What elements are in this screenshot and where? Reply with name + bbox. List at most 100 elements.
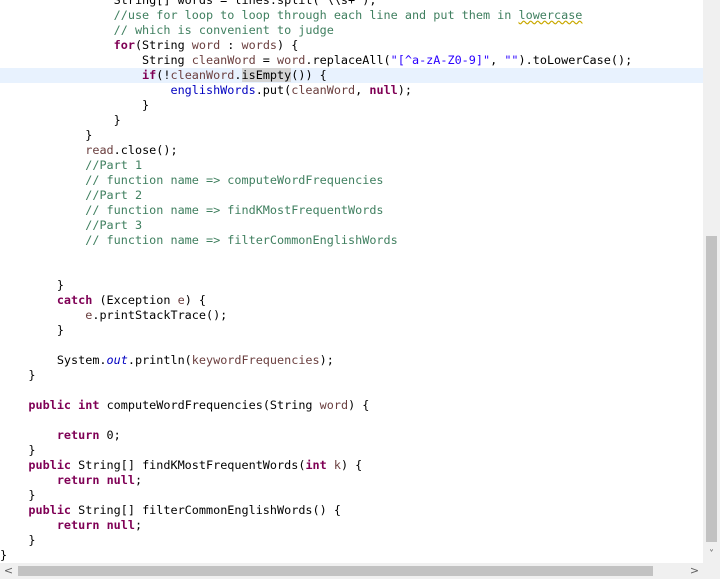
- code-token: .: [234, 68, 242, 82]
- code-line-current[interactable]: if(!cleanWord.isEmpty()) {: [0, 68, 703, 83]
- code-token: ) {: [348, 398, 370, 412]
- code-token: String[] findKMostFrequentWords(: [71, 458, 306, 472]
- code-token: }: [0, 368, 36, 382]
- code-line[interactable]: //Part 2: [0, 188, 703, 203]
- code-line[interactable]: }: [0, 98, 703, 113]
- code-line[interactable]: //Part 3: [0, 218, 703, 233]
- code-line[interactable]: System.out.println(keywordFrequencies);: [0, 353, 703, 368]
- code-line[interactable]: [0, 248, 703, 263]
- code-token: }: [0, 443, 36, 457]
- code-token: .println(: [127, 353, 192, 367]
- code-token: "[^a-zA-Z0-9]": [390, 53, 491, 67]
- code-line[interactable]: // which is convenient to judge: [0, 23, 703, 38]
- code-token: .close();: [113, 143, 178, 157]
- code-token: }: [0, 548, 8, 562]
- code-token: :: [220, 38, 242, 52]
- code-line[interactable]: String cleanWord = word.replaceAll("[^a-…: [0, 53, 703, 68]
- code-line[interactable]: // function name => findKMostFrequentWor…: [0, 203, 703, 218]
- code-line[interactable]: //Part 1: [0, 158, 703, 173]
- code-token: cleanWord: [170, 68, 235, 82]
- code-editor[interactable]: String[] words = lines.split("\\s+"); //…: [0, 0, 703, 563]
- code-line[interactable]: String[] words = lines.split("\\s+");: [0, 0, 703, 8]
- code-line[interactable]: }: [0, 323, 703, 338]
- code-line[interactable]: // function name => filterCommonEnglishW…: [0, 233, 703, 248]
- code-token: k: [333, 458, 341, 472]
- code-line[interactable]: public String[] filterCommonEnglishWords…: [0, 503, 703, 518]
- code-line[interactable]: }: [0, 533, 703, 548]
- code-token: // which is convenient to judge: [113, 23, 334, 37]
- code-token: cleanWord: [291, 83, 356, 97]
- code-line[interactable]: //use for loop to loop through each line…: [0, 8, 703, 23]
- code-token: computeWordFrequencies(String: [99, 398, 320, 412]
- code-token: "": [504, 53, 519, 67]
- code-token: }: [0, 113, 121, 127]
- code-line[interactable]: [0, 383, 703, 398]
- code-line[interactable]: [0, 338, 703, 353]
- code-token: return: [56, 473, 100, 487]
- code-line[interactable]: }: [0, 128, 703, 143]
- code-token: }: [0, 533, 36, 547]
- vertical-scrollbar-thumb[interactable]: [706, 236, 717, 542]
- code-token: 0;: [99, 428, 121, 442]
- code-token: }: [0, 488, 36, 502]
- code-token: return: [56, 428, 100, 442]
- code-token: );: [319, 353, 334, 367]
- code-line[interactable]: public int computeWordFrequencies(String…: [0, 398, 703, 413]
- code-line[interactable]: public String[] findKMostFrequentWords(i…: [0, 458, 703, 473]
- code-token: .printStackTrace();: [92, 308, 228, 322]
- code-token: String: [0, 53, 192, 67]
- code-token: return: [56, 518, 100, 532]
- code-line[interactable]: }: [0, 488, 703, 503]
- code-token: System.: [0, 353, 107, 367]
- scroll-left-icon[interactable]: <: [0, 563, 17, 579]
- code-token: ,: [490, 53, 505, 67]
- code-line[interactable]: read.close();: [0, 143, 703, 158]
- code-token: e: [177, 293, 185, 307]
- code-line[interactable]: }: [0, 443, 703, 458]
- code-line[interactable]: return null;: [0, 473, 703, 488]
- code-token: // function name => computeWordFrequenci…: [85, 173, 384, 187]
- code-line[interactable]: [0, 413, 703, 428]
- code-token: //Part 3: [85, 218, 143, 232]
- code-line[interactable]: [0, 263, 703, 278]
- code-line[interactable]: }: [0, 278, 703, 293]
- code-token: word: [191, 38, 221, 52]
- scrollbar-corner: [703, 563, 720, 579]
- code-line[interactable]: }: [0, 548, 703, 563]
- code-line[interactable]: for(String word : words) {: [0, 38, 703, 53]
- code-line[interactable]: return null;: [0, 518, 703, 533]
- code-token: null: [106, 473, 135, 487]
- code-line[interactable]: // function name => computeWordFrequenci…: [0, 173, 703, 188]
- code-token: null: [369, 83, 398, 97]
- code-line[interactable]: }: [0, 113, 703, 128]
- code-token: out: [106, 353, 128, 367]
- code-token: // function name => findKMostFrequentWor…: [85, 203, 384, 217]
- code-line[interactable]: }: [0, 368, 703, 383]
- horizontal-scrollbar-thumb[interactable]: [18, 566, 653, 576]
- code-token: word: [277, 53, 306, 67]
- code-token: }: [0, 98, 150, 112]
- code-token: keywordFrequencies: [191, 353, 320, 367]
- code-line[interactable]: englishWords.put(cleanWord, null);: [0, 83, 703, 98]
- scroll-down-icon[interactable]: ˅: [703, 546, 720, 563]
- scroll-right-icon[interactable]: >: [686, 563, 703, 579]
- code-token: read: [85, 143, 114, 157]
- code-line[interactable]: return 0;: [0, 428, 703, 443]
- code-token: ,: [355, 83, 370, 97]
- code-token: String[] words = lines.split("\\s+");: [0, 0, 377, 7]
- code-line[interactable]: e.printStackTrace();: [0, 308, 703, 323]
- code-line[interactable]: catch (Exception e) {: [0, 293, 703, 308]
